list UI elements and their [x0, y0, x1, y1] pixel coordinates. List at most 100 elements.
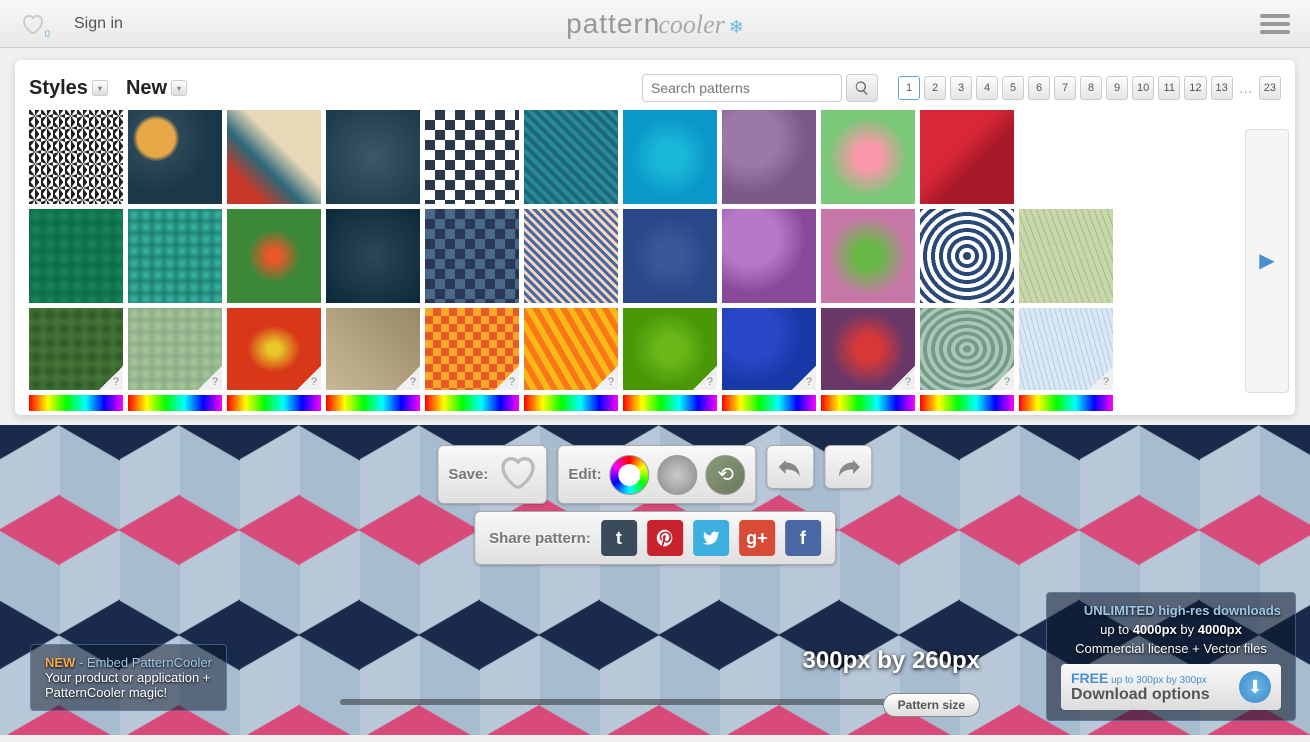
menu-icon[interactable]: [1260, 12, 1290, 36]
info-icon[interactable]: ?: [311, 376, 317, 388]
size-slider-track[interactable]: [340, 699, 920, 705]
undo-button[interactable]: [767, 445, 815, 489]
pattern-thumbnail[interactable]: [524, 110, 618, 204]
info-icon[interactable]: ?: [212, 376, 218, 388]
size-slider-handle[interactable]: Pattern size: [883, 693, 980, 717]
share-tumblr-button[interactable]: t: [601, 520, 637, 556]
embed-promo[interactable]: NEW - Embed PatternCooler Your product o…: [30, 644, 227, 711]
share-pinterest-button[interactable]: [647, 520, 683, 556]
pattern-thumbnail[interactable]: ?: [623, 308, 717, 390]
pattern-thumbnail[interactable]: [29, 110, 123, 204]
pattern-thumbnail[interactable]: [227, 110, 321, 204]
share-googleplus-button[interactable]: g+: [739, 520, 775, 556]
search-button[interactable]: [846, 74, 878, 102]
info-icon[interactable]: ?: [113, 376, 119, 388]
page-12[interactable]: 12: [1184, 76, 1206, 100]
page-last[interactable]: 23: [1259, 76, 1281, 100]
new-dropdown[interactable]: New ▾: [126, 77, 195, 100]
color-swatch[interactable]: [524, 395, 618, 411]
styles-label: Styles: [29, 77, 88, 100]
share-facebook-button[interactable]: f: [785, 520, 821, 556]
color-swatch[interactable]: [920, 395, 1014, 411]
pattern-thumbnail[interactable]: ?: [524, 308, 618, 390]
color-swatch[interactable]: [623, 395, 717, 411]
color-swatch[interactable]: [29, 395, 123, 411]
pattern-thumbnail[interactable]: [821, 209, 915, 303]
page-9[interactable]: 9: [1106, 76, 1128, 100]
favorites-count: 0: [44, 29, 50, 40]
pattern-thumbnail[interactable]: [128, 110, 222, 204]
pattern-thumbnail[interactable]: [1019, 110, 1113, 204]
pattern-thumbnail[interactable]: [1019, 209, 1113, 303]
pattern-thumbnail[interactable]: ?: [722, 308, 816, 390]
page-13[interactable]: 13: [1211, 76, 1233, 100]
page-5[interactable]: 5: [1002, 76, 1024, 100]
pattern-thumbnail[interactable]: ?: [29, 308, 123, 390]
pattern-thumbnail[interactable]: [227, 209, 321, 303]
info-icon[interactable]: ?: [905, 376, 911, 388]
pattern-thumbnail[interactable]: [623, 110, 717, 204]
shuffle-button[interactable]: ⟲: [706, 455, 746, 495]
texture-button[interactable]: [658, 455, 698, 495]
pattern-thumbnail[interactable]: [326, 209, 420, 303]
next-page-button[interactable]: ▶: [1245, 129, 1289, 393]
download-options-button[interactable]: FREE up to 300px by 300px Download optio…: [1061, 664, 1281, 710]
pattern-thumbnail[interactable]: ?: [821, 308, 915, 390]
info-icon[interactable]: ?: [1103, 376, 1109, 388]
site-logo[interactable]: pattern cooler ❄: [566, 8, 744, 40]
info-icon[interactable]: ?: [806, 376, 812, 388]
page-6[interactable]: 6: [1028, 76, 1050, 100]
save-label: Save:: [448, 466, 488, 483]
pattern-thumbnail[interactable]: ?: [326, 308, 420, 390]
page-8[interactable]: 8: [1080, 76, 1102, 100]
pattern-thumbnail[interactable]: [425, 209, 519, 303]
pattern-thumbnail[interactable]: [722, 110, 816, 204]
free-sub: up to 300px by 300px: [1108, 675, 1206, 686]
color-swatch[interactable]: [128, 395, 222, 411]
color-swatch[interactable]: [227, 395, 321, 411]
pattern-thumbnail[interactable]: ?: [425, 308, 519, 390]
pattern-thumbnail[interactable]: [920, 110, 1014, 204]
color-swatch[interactable]: [1019, 395, 1113, 411]
pattern-thumbnail[interactable]: [524, 209, 618, 303]
page-1[interactable]: 1: [898, 76, 920, 100]
info-icon[interactable]: ?: [707, 376, 713, 388]
pattern-thumbnail[interactable]: [821, 110, 915, 204]
edit-toolbar: Save: Edit: ⟲: [437, 445, 872, 504]
share-twitter-button[interactable]: [693, 520, 729, 556]
page-11[interactable]: 11: [1158, 76, 1180, 100]
pattern-thumbnail[interactable]: [722, 209, 816, 303]
redo-button[interactable]: [825, 445, 873, 489]
page-7[interactable]: 7: [1054, 76, 1076, 100]
pattern-thumbnail[interactable]: [29, 209, 123, 303]
unlimited-link[interactable]: UNLIMITED high-res downloads: [1061, 603, 1281, 618]
save-favorite-button[interactable]: [496, 452, 536, 497]
info-icon[interactable]: ?: [608, 376, 614, 388]
color-swatch[interactable]: [425, 395, 519, 411]
pattern-thumbnail[interactable]: ?: [128, 308, 222, 390]
color-picker-button[interactable]: [610, 455, 650, 495]
pattern-thumbnail[interactable]: ?: [920, 308, 1014, 390]
info-icon[interactable]: ?: [509, 376, 515, 388]
styles-dropdown[interactable]: Styles ▾: [29, 77, 116, 100]
search-icon: [854, 80, 870, 96]
color-swatch[interactable]: [722, 395, 816, 411]
pattern-thumbnail[interactable]: [128, 209, 222, 303]
pattern-thumbnail[interactable]: [623, 209, 717, 303]
page-2[interactable]: 2: [924, 76, 946, 100]
info-icon[interactable]: ?: [410, 376, 416, 388]
color-swatch[interactable]: [821, 395, 915, 411]
info-icon[interactable]: ?: [1004, 376, 1010, 388]
signin-link[interactable]: Sign in: [44, 15, 153, 33]
pattern-thumbnail[interactable]: [425, 110, 519, 204]
color-swatch[interactable]: [326, 395, 420, 411]
favorites-icon[interactable]: 0: [20, 12, 44, 36]
pattern-thumbnail[interactable]: ?: [1019, 308, 1113, 390]
pattern-thumbnail[interactable]: [920, 209, 1014, 303]
search-input[interactable]: [642, 74, 842, 102]
page-4[interactable]: 4: [976, 76, 998, 100]
page-3[interactable]: 3: [950, 76, 972, 100]
page-10[interactable]: 10: [1132, 76, 1154, 100]
pattern-thumbnail[interactable]: [326, 110, 420, 204]
pattern-thumbnail[interactable]: ?: [227, 308, 321, 390]
